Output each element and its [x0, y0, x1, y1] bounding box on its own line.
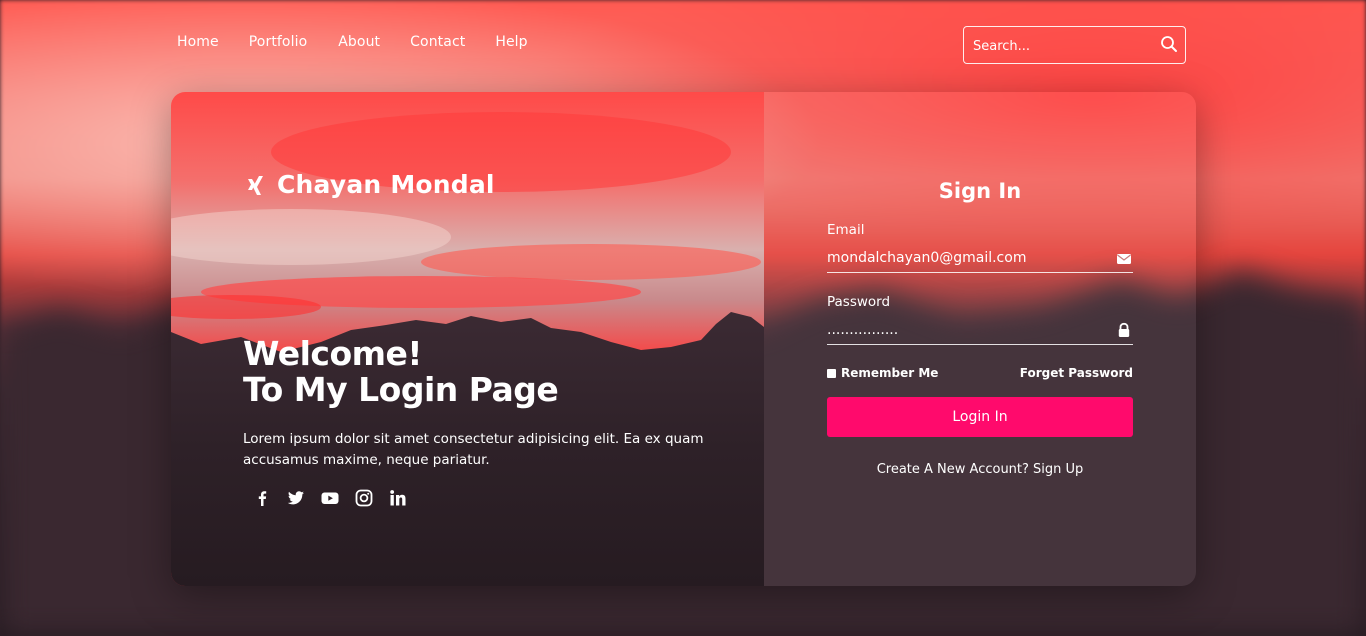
instagram-icon[interactable]: [355, 489, 373, 507]
xing-icon: [248, 175, 263, 195]
nav-home[interactable]: Home: [177, 34, 219, 50]
email-field[interactable]: [827, 243, 1133, 273]
password-field[interactable]: [827, 315, 1133, 345]
nav-portfolio[interactable]: Portfolio: [249, 34, 308, 50]
welcome-line-1: Welcome!: [243, 334, 422, 373]
remember-label: Remember Me: [841, 366, 939, 380]
top-nav: Home Portfolio About Contact Help: [177, 34, 558, 50]
search-box: [963, 26, 1186, 65]
envelope-icon: [1117, 254, 1131, 264]
signin-title: Sign In: [938, 179, 1022, 203]
search-input[interactable]: [964, 27, 1165, 65]
nav-contact[interactable]: Contact: [410, 34, 465, 50]
welcome-line-2: To My Login Page: [243, 370, 559, 409]
email-label: Email: [827, 222, 865, 238]
search-icon[interactable]: [1160, 35, 1178, 53]
brand-name: Chayan Mondal: [277, 170, 495, 199]
linkedin-icon[interactable]: [389, 489, 407, 507]
signin-panel: Sign In Email Password Remember Me Forge…: [764, 92, 1196, 586]
social-links: [253, 489, 423, 507]
forget-password-link[interactable]: Forget Password: [1020, 366, 1133, 380]
signup-link[interactable]: Create A New Account? Sign Up: [764, 462, 1196, 477]
nav-about[interactable]: About: [338, 34, 380, 50]
login-card: Chayan Mondal Welcome! To My Login Page …: [171, 92, 1196, 586]
nav-help[interactable]: Help: [495, 34, 527, 50]
brand: Chayan Mondal: [245, 170, 495, 199]
remember-checkbox[interactable]: [827, 368, 836, 378]
remember-me[interactable]: Remember Me: [827, 366, 938, 380]
lock-icon: [1118, 322, 1130, 337]
facebook-icon[interactable]: [253, 489, 271, 507]
youtube-icon[interactable]: [321, 489, 339, 507]
hero-panel: Chayan Mondal Welcome! To My Login Page …: [171, 92, 764, 586]
welcome-heading: Welcome! To My Login Page: [243, 334, 559, 409]
intro-text: Lorem ipsum dolor sit amet consectetur a…: [243, 431, 704, 468]
password-label: Password: [827, 294, 891, 310]
twitter-icon[interactable]: [287, 489, 305, 507]
login-button[interactable]: Login In: [827, 397, 1133, 437]
